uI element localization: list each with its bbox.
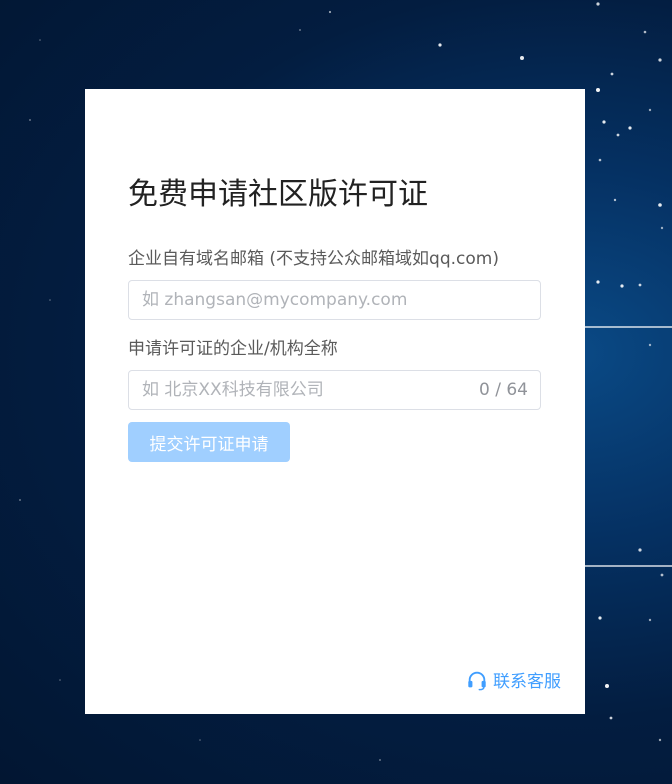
- license-application-card: 免费申请社区版许可证 企业自有域名邮箱 (不支持公众邮箱域如qq.com) 申请…: [85, 89, 585, 714]
- organization-label: 申请许可证的企业/机构全称: [128, 339, 338, 359]
- email-label: 企业自有域名邮箱 (不支持公众邮箱域如qq.com): [128, 249, 499, 269]
- email-input[interactable]: [129, 281, 540, 319]
- character-counter: 0 / 64: [479, 380, 528, 400]
- organization-field-wrapper: 0 / 64: [128, 370, 541, 410]
- contact-support-link[interactable]: 联系客服: [466, 667, 561, 692]
- submit-license-button[interactable]: 提交许可证申请: [128, 422, 290, 462]
- email-field-wrapper: [128, 280, 541, 320]
- headset-icon: [468, 671, 486, 690]
- contact-support-label: 联系客服: [493, 672, 561, 692]
- form-title: 免费申请社区版许可证: [128, 177, 428, 212]
